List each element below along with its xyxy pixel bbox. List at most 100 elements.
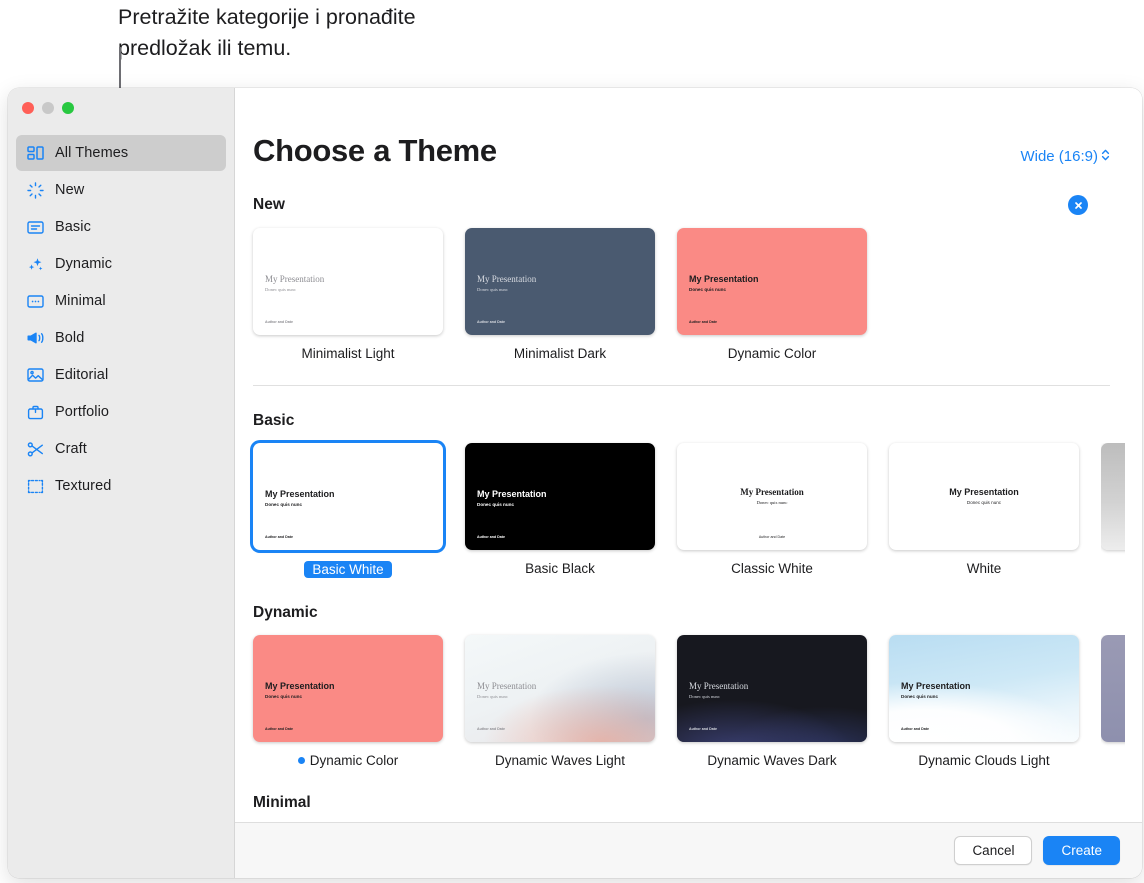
aspect-ratio-label: Wide (16:9) <box>1020 148 1098 165</box>
theme-thumbnail: My Presentation Donec quis nunc Author a… <box>677 635 867 742</box>
thumb-title: My Presentation <box>477 274 537 284</box>
theme-name: Minimalist Light <box>301 346 395 361</box>
theme-caption: Dynamic Clouds Light <box>889 753 1079 768</box>
thumb-subtitle: Donec quis nunc <box>689 287 727 292</box>
grid-layout-icon <box>26 144 45 163</box>
window-traffic-lights <box>22 102 74 114</box>
theme-section-new: New My Presentation Donec quis nunc Auth… <box>253 195 1142 361</box>
theme-name: Dynamic Clouds Light <box>918 753 1050 768</box>
theme-name: Minimalist Dark <box>513 346 607 361</box>
thumb-subtitle: Donec quis nunc <box>966 500 1002 505</box>
theme-card[interactable]: My Presentation Donec quis nunc Author a… <box>677 635 867 768</box>
section-header: New <box>253 195 1120 215</box>
dashed-frame-icon <box>26 477 45 496</box>
theme-card[interactable]: My Presentation Donec quis nunc Author a… <box>677 228 867 361</box>
thumb-subtitle: Donec quis nunc <box>689 694 720 699</box>
sidebar-item-label: Bold <box>55 330 85 346</box>
theme-card-selected[interactable]: My Presentation Donec quis nunc Author a… <box>253 443 443 578</box>
sidebar-item-portfolio[interactable]: Portfolio <box>16 394 226 430</box>
partial-thumb-fill <box>1101 635 1125 742</box>
sidebar-item-basic[interactable]: Basic <box>16 209 226 245</box>
cancel-button[interactable]: Cancel <box>954 836 1033 865</box>
theme-thumbnail: My Presentation Donec quis nunc Author a… <box>465 635 655 742</box>
thumb-subtitle: Donec quis nunc <box>477 694 508 699</box>
sidebar-item-craft[interactable]: Craft <box>16 431 226 467</box>
theme-name: Dynamic Color <box>727 346 817 361</box>
thumb-title: My Presentation <box>265 274 325 284</box>
theme-caption: Basic Black <box>465 561 655 576</box>
theme-scroll-area[interactable]: Choose a Theme Wide (16:9) New My Presen… <box>235 88 1142 822</box>
theme-thumbnail: My Presentation Donec quis nunc Author a… <box>465 443 655 550</box>
sidebar-item-dynamic[interactable]: Dynamic <box>16 246 226 282</box>
main-panel: Choose a Theme Wide (16:9) New My Presen… <box>235 88 1142 878</box>
close-icon[interactable] <box>1068 195 1088 215</box>
theme-name: Dynamic Waves Light <box>494 753 626 768</box>
theme-card[interactable]: My Presentation Donec quis nunc Author a… <box>889 635 1079 768</box>
theme-thumbnail: My Presentation Donec quis nunc Author a… <box>253 228 443 335</box>
theme-card[interactable]: My Presentation Donec quis nunc Author a… <box>253 228 443 361</box>
sidebar-item-editorial[interactable]: Editorial <box>16 357 226 393</box>
section-title: Minimal <box>253 794 311 811</box>
sidebar-item-label: New <box>55 182 85 198</box>
theme-caption: Minimalist Light <box>253 346 443 361</box>
rectangle-dots-icon <box>26 292 45 311</box>
sidebar-item-all-themes[interactable]: All Themes <box>16 135 226 171</box>
scissors-icon <box>26 440 45 459</box>
thumb-subtitle: Donec quis nunc <box>901 694 939 699</box>
theme-card[interactable]: My Presentation Donec quis nunc White <box>889 443 1079 578</box>
dialog-footer: Cancel Create <box>235 822 1142 878</box>
thumb-title: My Presentation <box>265 681 335 691</box>
rectangle-lines-icon <box>26 218 45 237</box>
sidebar-item-textured[interactable]: Textured <box>16 468 226 504</box>
section-header: Minimal <box>253 794 1120 812</box>
sidebar-item-label: Dynamic <box>55 256 113 272</box>
sidebar-item-label: Craft <box>55 441 87 457</box>
theme-name: White <box>966 561 1002 576</box>
theme-card[interactable]: My Presentation Donec quis nunc Author a… <box>465 635 655 768</box>
theme-section-minimal: Minimal <box>253 794 1142 812</box>
thumb-title: My Presentation <box>949 487 1019 497</box>
theme-name: Dynamic Waves Dark <box>707 753 837 768</box>
thumb-title: My Presentation <box>477 681 537 691</box>
sidebar-item-new[interactable]: New <box>16 172 226 208</box>
theme-thumbnail: My Presentation Donec quis nunc Author a… <box>677 443 867 550</box>
theme-name: Basic White <box>304 561 392 578</box>
theme-caption: Classic White <box>677 561 867 576</box>
theme-caption: Basic White <box>253 561 443 578</box>
sidebar-item-bold[interactable]: Bold <box>16 320 226 356</box>
theme-card[interactable]: My Presentation Donec quis nunc Author a… <box>465 228 655 361</box>
create-button[interactable]: Create <box>1043 836 1120 865</box>
theme-card-partial[interactable] <box>1101 635 1125 768</box>
theme-thumbnail: My Presentation Donec quis nunc <box>889 443 1079 550</box>
theme-thumbnail: My Presentation Donec quis nunc Author a… <box>253 635 443 742</box>
theme-card[interactable]: My Presentation Donec quis nunc Author a… <box>677 443 867 578</box>
theme-caption: White <box>889 561 1079 576</box>
theme-card-partial[interactable] <box>1101 443 1125 578</box>
theme-name: Dynamic Color <box>309 753 399 768</box>
sidebar-item-label: Minimal <box>55 293 106 309</box>
theme-chooser-window: All Themes New Basic Dynamic Minimal Bol… <box>8 88 1142 878</box>
zoom-window-button[interactable] <box>62 102 74 114</box>
sidebar-item-minimal[interactable]: Minimal <box>16 283 226 319</box>
section-title: Dynamic <box>253 604 318 621</box>
page-title: Choose a Theme <box>253 133 497 168</box>
theme-caption: Dynamic Waves Light <box>465 753 655 768</box>
theme-caption: Minimalist Dark <box>465 346 655 361</box>
close-window-button[interactable] <box>22 102 34 114</box>
aspect-ratio-dropdown[interactable]: Wide (16:9) <box>1020 148 1110 165</box>
thumb-author: Author and Date <box>265 320 293 324</box>
theme-caption: Dynamic Color <box>677 346 867 361</box>
theme-row: My Presentation Donec quis nunc Author a… <box>253 443 1125 578</box>
thumb-title: My Presentation <box>901 681 971 691</box>
thumb-subtitle: Donec quis nunc <box>477 502 515 507</box>
callout-text: Pretražite kategorije i pronađite predlo… <box>118 5 416 60</box>
theme-caption: Dynamic Color <box>253 753 443 768</box>
thumb-author: Author and Date <box>689 320 717 324</box>
minimize-window-button[interactable] <box>42 102 54 114</box>
theme-card[interactable]: My Presentation Donec quis nunc Author a… <box>253 635 443 768</box>
sidebar-item-label: Portfolio <box>55 404 110 420</box>
thumb-title: My Presentation <box>689 681 749 691</box>
header-row: Choose a Theme Wide (16:9) <box>253 88 1142 169</box>
theme-name: Classic White <box>731 561 813 576</box>
theme-card[interactable]: My Presentation Donec quis nunc Author a… <box>465 443 655 578</box>
